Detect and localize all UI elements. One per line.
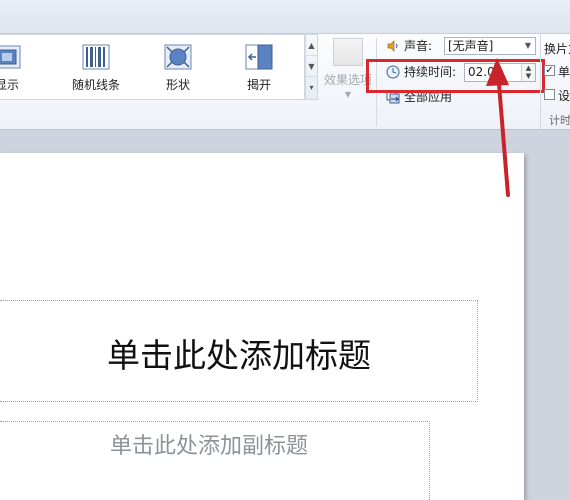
transition-show-label: 显示	[0, 78, 19, 92]
on-click-label: 单	[558, 65, 570, 79]
slide-canvas: 单击此处添加标题 单击此处添加副标题	[0, 153, 524, 500]
sound-value: [无声音]	[448, 39, 494, 53]
sound-row: 声音: [无声音] ▼	[386, 36, 536, 56]
gallery-scroll-down-icon[interactable]: ▼	[306, 56, 317, 77]
sound-select[interactable]: [无声音] ▼	[444, 37, 536, 55]
timing-group-label: 计时	[549, 114, 570, 127]
gallery-scroll: ▲ ▼ ▾	[305, 34, 318, 100]
advance-slide-group: 换片方 ✓ 单 设 计时	[540, 34, 570, 130]
advance-slide-title: 换片方	[544, 42, 570, 56]
window-title-bar	[0, 0, 570, 34]
show-transition-icon	[0, 45, 21, 69]
transition-random-bars[interactable]: 随机线条	[63, 39, 129, 97]
transition-gallery: 显示 随机线条 形状 揭开	[0, 34, 305, 100]
uncover-icon	[245, 44, 273, 70]
transition-uncover[interactable]: 揭开	[226, 39, 292, 97]
transition-uncover-label: 揭开	[246, 78, 271, 92]
transition-shape[interactable]: 形状	[145, 39, 211, 97]
subtitle-placeholder-text: 单击此处添加副标题	[109, 434, 308, 459]
stepper-arrows-icon[interactable]: ▲ ▼	[521, 64, 535, 81]
duration-row: 持续时间: 02.00 ▲ ▼	[386, 62, 536, 82]
apply-all-icon	[386, 90, 400, 104]
sound-icon	[387, 40, 398, 52]
duration-value: 02.00	[468, 65, 503, 79]
chevron-down-icon: ▼	[344, 90, 352, 99]
apply-all-label: 全部应用	[404, 90, 453, 104]
transition-random-bars-label: 随机线条	[71, 78, 120, 92]
apply-all-button[interactable]: 全部应用	[386, 87, 452, 107]
effect-options-icon	[333, 38, 363, 66]
transition-shape-label: 形状	[165, 78, 190, 92]
effect-options-label: 效果选项	[323, 73, 372, 87]
after-checkbox[interactable]	[544, 89, 555, 100]
after-label: 设	[558, 89, 570, 103]
chevron-down-icon: ▼	[524, 41, 531, 50]
effect-options-button[interactable]: 效果选项 ▼	[322, 38, 374, 102]
duration-label: 持续时间:	[404, 65, 457, 79]
gallery-scroll-up-icon[interactable]: ▲	[306, 35, 317, 56]
gallery-more-icon[interactable]: ▾	[306, 77, 317, 98]
transition-show[interactable]: 显示	[0, 39, 40, 97]
group-divider	[376, 38, 377, 126]
shape-icon	[164, 44, 192, 70]
title-placeholder-text: 单击此处添加标题	[107, 336, 371, 375]
on-click-checkbox[interactable]: ✓	[544, 65, 555, 76]
subtitle-placeholder[interactable]: 单击此处添加副标题	[0, 421, 430, 500]
transitions-ribbon: 显示 随机线条 形状 揭开 ▲ ▼ ▾ 效果选项 ▼ 声音: [无声音] ▼ 持…	[0, 34, 570, 130]
random-bars-icon	[82, 44, 110, 70]
title-placeholder[interactable]: 单击此处添加标题	[0, 300, 478, 402]
duration-stepper[interactable]: 02.00 ▲ ▼	[464, 63, 536, 82]
sound-label: 声音:	[404, 39, 433, 53]
clock-icon	[386, 65, 400, 79]
timing-group: 声音: [无声音] ▼ 持续时间: 02.00 ▲ ▼ 全部应用	[380, 34, 540, 130]
